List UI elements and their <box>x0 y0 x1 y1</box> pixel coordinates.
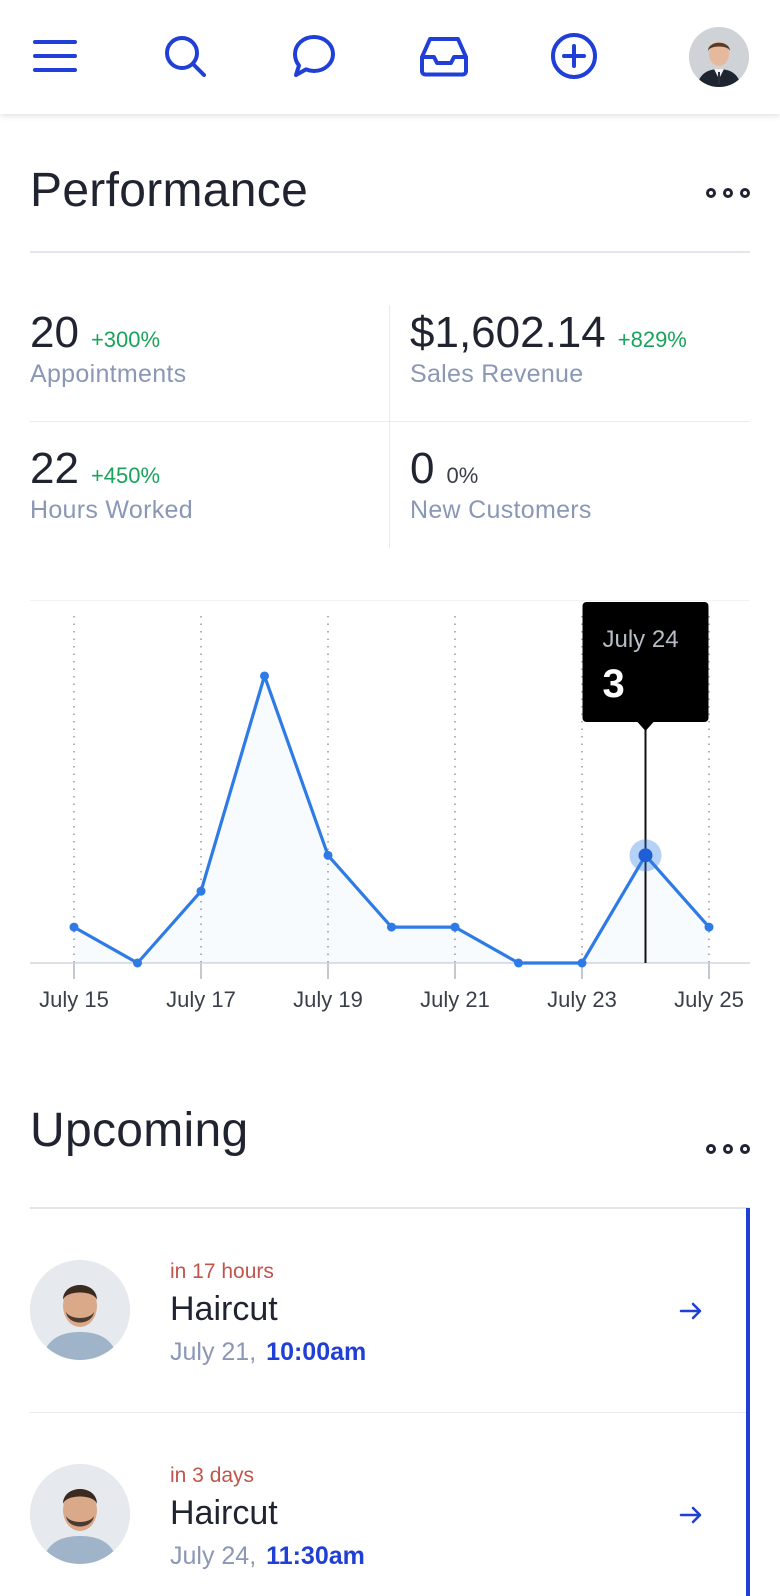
user-avatar[interactable] <box>689 27 749 87</box>
data-point <box>450 922 460 932</box>
stats-vertical-divider <box>389 305 390 548</box>
appointment-time: 10:00am <box>266 1338 367 1366</box>
search-button[interactable] <box>157 28 213 84</box>
appointment-card[interactable]: in 3 days Haircut July 24, 11:30am <box>30 1412 746 1596</box>
menu-icon <box>33 40 77 72</box>
dot-icon <box>723 1144 733 1154</box>
x-tick-label: July 19 <box>293 987 363 1012</box>
inbox-icon <box>420 37 468 77</box>
open-appointment-button[interactable] <box>676 1296 706 1326</box>
dot-icon <box>740 1144 750 1154</box>
data-point <box>133 958 142 968</box>
appointment-relative-time: in 17 hours <box>170 1260 274 1283</box>
x-tick-label: July 15 <box>39 987 109 1012</box>
add-button[interactable] <box>546 28 602 84</box>
stat-label: New Customers <box>410 496 592 524</box>
stat-sales-revenue: $1,602.14 +829% Sales Revenue <box>410 308 687 389</box>
tooltip-pointer <box>637 722 654 731</box>
stat-value: $1,602.14 <box>410 308 606 357</box>
stat-label: Appointments <box>30 360 187 388</box>
client-avatar <box>30 1260 130 1360</box>
appointment-service: Haircut <box>170 1494 278 1532</box>
add-circle-icon <box>551 33 597 79</box>
stat-change: +829% <box>617 327 687 352</box>
search-icon <box>165 36 206 77</box>
x-tick-label: July 25 <box>674 987 744 1012</box>
appointment-service: Haircut <box>170 1290 278 1328</box>
stats-horizontal-divider <box>30 421 750 422</box>
messages-button[interactable] <box>286 28 342 84</box>
upcoming-more-button[interactable] <box>706 1134 750 1164</box>
top-nav-bar <box>0 0 780 114</box>
appointment-card[interactable]: in 17 hours Haircut July 21, 10:00am <box>30 1208 746 1412</box>
open-appointment-button[interactable] <box>676 1500 706 1530</box>
x-tick-label: July 17 <box>166 987 236 1012</box>
arrow-right-icon <box>679 1506 702 1524</box>
appointment-relative-time: in 3 days <box>170 1464 255 1487</box>
stat-value: 22 <box>30 444 79 493</box>
tooltip-value: 3 <box>603 662 625 706</box>
upcoming-accent-bar <box>746 1208 750 1596</box>
stat-value: 0 <box>410 444 435 493</box>
stat-label: Sales Revenue <box>410 360 584 388</box>
x-tick-label: July 21 <box>420 987 490 1012</box>
appointment-date: July 21, <box>170 1338 257 1366</box>
dot-icon <box>706 1144 716 1154</box>
stat-value: 20 <box>30 308 79 357</box>
dot-icon <box>706 188 716 198</box>
data-point <box>260 671 269 681</box>
data-point <box>577 958 587 968</box>
stat-hours-worked: 22 +450% Hours Worked <box>30 444 193 525</box>
data-point <box>387 922 396 932</box>
stat-change: 0% <box>446 463 479 488</box>
stat-change: +450% <box>90 463 161 488</box>
appointment-time: 11:30am <box>266 1542 365 1570</box>
x-tick-label: July 23 <box>547 987 617 1012</box>
appointment-date: July 24, <box>170 1542 257 1570</box>
appointment-datetime: July 21, 10:00am <box>170 1338 366 1367</box>
performance-title: Performance <box>30 164 309 217</box>
inbox-button[interactable] <box>416 28 472 84</box>
data-point <box>196 886 206 896</box>
data-point <box>69 922 79 932</box>
data-point <box>704 922 714 932</box>
stat-new-customers: 0 0% New Customers <box>410 444 592 525</box>
arrow-right-icon <box>679 1302 702 1320</box>
chat-icon <box>293 35 335 77</box>
client-avatar <box>30 1464 130 1564</box>
performance-more-button[interactable] <box>706 178 750 208</box>
performance-divider <box>30 251 750 253</box>
stat-change: +300% <box>90 327 161 352</box>
stat-appointments: 20 +300% Appointments <box>30 308 186 389</box>
menu-button[interactable] <box>27 28 83 84</box>
highlight-point <box>638 848 653 863</box>
dot-icon <box>723 188 733 198</box>
dot-icon <box>740 188 750 198</box>
stat-label: Hours Worked <box>30 496 193 524</box>
upcoming-title: Upcoming <box>30 1104 249 1157</box>
data-point <box>323 850 333 860</box>
tooltip-box <box>582 602 709 722</box>
tooltip-date: July 24 <box>603 626 679 653</box>
data-point <box>514 958 523 968</box>
appointment-datetime: July 24, 11:30am <box>170 1542 365 1571</box>
performance-chart[interactable]: July 15 July 17 July 19 July 21 July 23 July … <box>0 600 780 1020</box>
